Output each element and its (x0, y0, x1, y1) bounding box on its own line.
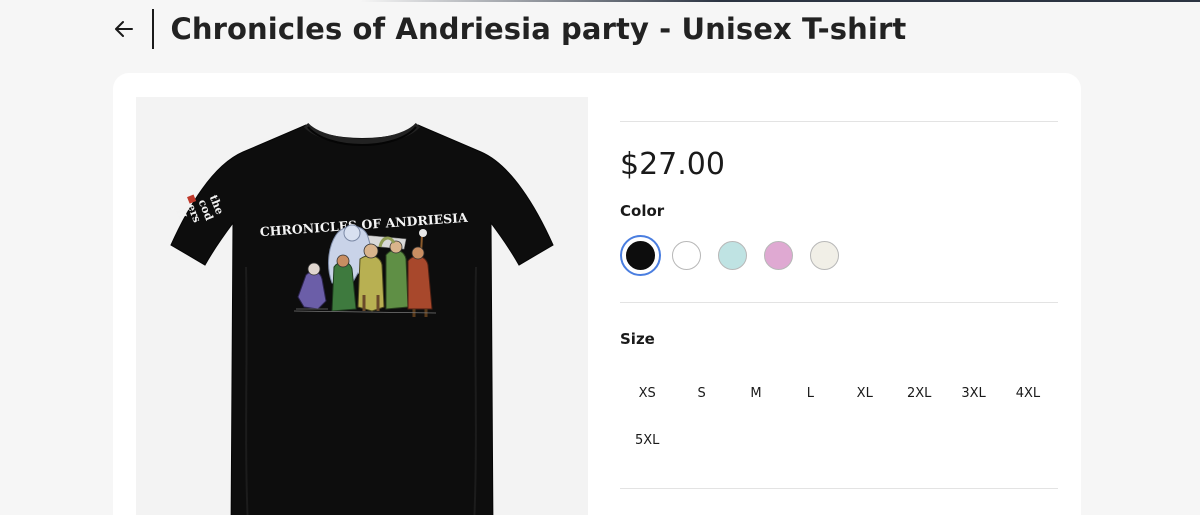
size-label: Size (620, 330, 655, 348)
swatch-fill (810, 240, 839, 270)
arrow-left-icon (115, 21, 133, 37)
swatch-fill (718, 240, 747, 270)
product-image: the cod ers II CHRONICLES OF ANDRIESIA (136, 97, 588, 515)
size-options: XS S M L XL 2XL 3XL 4XL 5XL (620, 370, 1058, 464)
color-options (620, 234, 1058, 276)
color-swatch-white[interactable] (666, 235, 707, 276)
product-card: the cod ers II CHRONICLES OF ANDRIESIA $… (113, 73, 1081, 515)
size-option-2xl[interactable]: 2XL (892, 370, 946, 417)
page-header: Chronicles of Andriesia party - Unisex T… (112, 8, 906, 50)
color-label: Color (620, 202, 665, 220)
top-strip (0, 0, 1200, 2)
size-option-s[interactable]: S (674, 370, 728, 417)
swatch-fill (764, 240, 793, 270)
back-button[interactable] (112, 17, 136, 41)
swatch-fill (672, 240, 701, 270)
divider (620, 488, 1058, 489)
size-option-xl[interactable]: XL (838, 370, 892, 417)
color-swatch-natural[interactable] (804, 235, 845, 276)
size-option-5xl[interactable]: 5XL (620, 417, 674, 464)
color-swatch-light-blue[interactable] (712, 235, 753, 276)
page-title: Chronicles of Andriesia party - Unisex T… (170, 12, 907, 46)
size-option-l[interactable]: L (783, 370, 837, 417)
product-details: $27.00 Color Size XS S M L XL 2XL 3XL 4X… (620, 121, 1058, 489)
size-option-xs[interactable]: XS (620, 370, 674, 417)
swatch-fill (626, 240, 655, 270)
size-option-3xl[interactable]: 3XL (946, 370, 1000, 417)
product-price: $27.00 (620, 147, 725, 182)
color-swatch-black[interactable] (620, 234, 661, 276)
header-divider (152, 9, 154, 49)
size-option-m[interactable]: M (729, 370, 783, 417)
size-option-4xl[interactable]: 4XL (1001, 370, 1055, 417)
color-swatch-pink[interactable] (758, 235, 799, 276)
tshirt-image: the cod ers II CHRONICLES OF ANDRIESIA (170, 122, 554, 515)
divider (620, 302, 1058, 303)
divider (620, 121, 1058, 122)
